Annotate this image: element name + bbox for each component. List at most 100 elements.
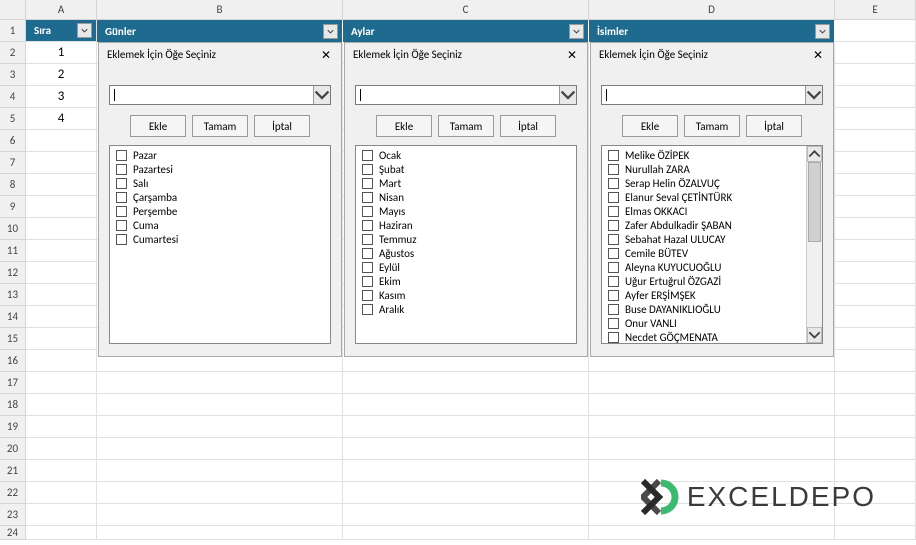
list-item[interactable]: Necdet GÖÇMENATA [604, 330, 820, 344]
checkbox-icon[interactable] [362, 262, 373, 273]
row-header-10[interactable]: 10 [0, 218, 26, 240]
col-header-E[interactable]: E [835, 0, 916, 20]
cell-E20[interactable] [835, 438, 916, 460]
cell-A23[interactable] [26, 504, 97, 526]
row-header-18[interactable]: 18 [0, 394, 26, 416]
close-icon[interactable]: ✕ [811, 48, 825, 63]
filter-isimler[interactable] [815, 24, 830, 39]
list-item[interactable]: Pazar [112, 148, 328, 162]
cell-E9[interactable] [835, 196, 916, 218]
checkbox-icon[interactable] [608, 248, 619, 259]
row-header-14[interactable]: 14 [0, 306, 26, 328]
cell-A4[interactable]: 3 [26, 86, 97, 108]
filter-sira[interactable] [77, 23, 92, 38]
list-item[interactable]: Serap Helin ÖZALVUÇ [604, 176, 820, 190]
cell-E10[interactable] [835, 218, 916, 240]
cell-C1[interactable]: Aylar [343, 20, 589, 42]
combo-box[interactable] [355, 85, 577, 105]
combo-box[interactable] [109, 85, 331, 105]
row-header-23[interactable]: 23 [0, 504, 26, 526]
row-header-12[interactable]: 12 [0, 262, 26, 284]
row-header-9[interactable]: 9 [0, 196, 26, 218]
list-item[interactable]: Sebahat Hazal ULUCAY [604, 232, 820, 246]
row-header-5[interactable]: 5 [0, 108, 26, 130]
list-item[interactable]: Nisan [358, 190, 574, 204]
cell-C17[interactable] [343, 372, 589, 394]
close-icon[interactable]: ✕ [319, 48, 333, 63]
list-item[interactable]: Buse DAYANIKLIOĞLU [604, 302, 820, 316]
cell-E11[interactable] [835, 240, 916, 262]
checkbox-icon[interactable] [116, 164, 127, 175]
cell-E1[interactable] [835, 20, 916, 42]
checkbox-icon[interactable] [608, 164, 619, 175]
list-item[interactable]: Ocak [358, 148, 574, 162]
cell-A17[interactable] [26, 372, 97, 394]
iptal-button[interactable]: İptal [254, 115, 310, 137]
cell-B18[interactable] [97, 394, 343, 416]
cell-A11[interactable] [26, 240, 97, 262]
checkbox-icon[interactable] [608, 318, 619, 329]
scrollbar[interactable] [806, 146, 822, 343]
cell-C18[interactable] [343, 394, 589, 416]
cell-B1[interactable]: Günler [97, 20, 343, 42]
row-header-11[interactable]: 11 [0, 240, 26, 262]
scroll-down-icon[interactable] [807, 327, 822, 343]
list-item[interactable]: Cuma [112, 218, 328, 232]
checkbox-icon[interactable] [362, 276, 373, 287]
col-header-C[interactable]: C [343, 0, 589, 20]
cell-E3[interactable] [835, 64, 916, 86]
cell-C23[interactable] [343, 504, 589, 526]
chevron-down-icon[interactable] [805, 86, 822, 104]
row-header-24[interactable]: 24 [0, 526, 26, 540]
list-item[interactable]: Perşembe [112, 204, 328, 218]
row-header-13[interactable]: 13 [0, 284, 26, 306]
cell-E14[interactable] [835, 306, 916, 328]
list-item[interactable]: Ekim [358, 274, 574, 288]
row-header-16[interactable]: 16 [0, 350, 26, 372]
checkbox-icon[interactable] [362, 304, 373, 315]
cell-B21[interactable] [97, 460, 343, 482]
checkbox-icon[interactable] [116, 192, 127, 203]
cell-C19[interactable] [343, 416, 589, 438]
list-item[interactable]: Salı [112, 176, 328, 190]
checkbox-icon[interactable] [362, 220, 373, 231]
select-all-corner[interactable] [0, 0, 26, 20]
chevron-down-icon[interactable] [559, 86, 576, 104]
ekle-button[interactable]: Ekle [376, 115, 432, 137]
list-item[interactable]: Pazartesi [112, 162, 328, 176]
row-header-2[interactable]: 2 [0, 42, 26, 64]
row-header-1[interactable]: 1 [0, 20, 26, 42]
cell-E5[interactable] [835, 108, 916, 130]
cell-A5[interactable]: 4 [26, 108, 97, 130]
list-item[interactable]: Eylül [358, 260, 574, 274]
checkbox-icon[interactable] [608, 304, 619, 315]
checkbox-icon[interactable] [362, 164, 373, 175]
checkbox-icon[interactable] [608, 150, 619, 161]
checkbox-icon[interactable] [362, 234, 373, 245]
cell-A21[interactable] [26, 460, 97, 482]
cell-B23[interactable] [97, 504, 343, 526]
row-header-6[interactable]: 6 [0, 130, 26, 152]
cell-C22[interactable] [343, 482, 589, 504]
row-header-4[interactable]: 4 [0, 86, 26, 108]
row-header-20[interactable]: 20 [0, 438, 26, 460]
cell-E18[interactable] [835, 394, 916, 416]
row-header-15[interactable]: 15 [0, 328, 26, 350]
checkbox-icon[interactable] [362, 178, 373, 189]
cell-B24[interactable] [97, 526, 343, 540]
list-item[interactable]: Aralık [358, 302, 574, 316]
listbox[interactable]: Melike ÖZİPEK Nurullah ZARA Serap Helin … [601, 145, 823, 344]
checkbox-icon[interactable] [608, 234, 619, 245]
cell-E13[interactable] [835, 284, 916, 306]
combo-input[interactable] [110, 89, 313, 101]
cell-D19[interactable] [589, 416, 835, 438]
cell-C20[interactable] [343, 438, 589, 460]
list-item[interactable]: Şubat [358, 162, 574, 176]
cell-A9[interactable] [26, 196, 97, 218]
listbox[interactable]: Pazar Pazartesi Salı Çarşamba Perşembe C… [109, 145, 331, 344]
row-header-3[interactable]: 3 [0, 64, 26, 86]
filter-aylar[interactable] [569, 24, 584, 39]
cell-A16[interactable] [26, 350, 97, 372]
cell-A20[interactable] [26, 438, 97, 460]
chevron-down-icon[interactable] [313, 86, 330, 104]
